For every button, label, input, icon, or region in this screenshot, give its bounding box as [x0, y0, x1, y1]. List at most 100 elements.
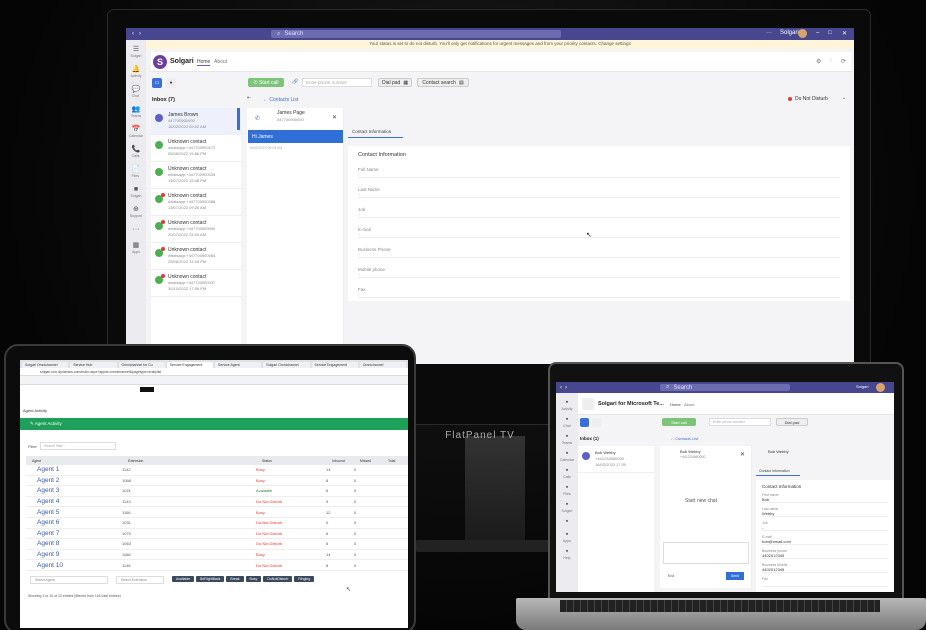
hide-icon[interactable]: ⇤ — [247, 95, 251, 101]
agent-name[interactable]: Agent 3 — [26, 487, 122, 494]
tab-home[interactable]: Home — [197, 59, 211, 66]
close-icon[interactable]: ✕ — [740, 451, 745, 458]
back-icon[interactable]: ‹ — [560, 385, 562, 391]
rail-item[interactable]: ▪ Help — [563, 548, 570, 560]
table-row[interactable]: Agent 5 1166 Busy 12 0 — [26, 507, 408, 518]
rail-item[interactable]: ☰ Solgari — [131, 46, 142, 58]
rail-item[interactable]: ▪ Activity — [561, 399, 572, 411]
status-filter-badge[interactable]: BeRightBack — [196, 576, 225, 582]
contacts-list-link[interactable]: ← Contacts List — [263, 97, 298, 103]
rail-item[interactable]: ▪ Calendar — [560, 450, 574, 462]
end-button[interactable]: End — [668, 574, 674, 578]
rail-item[interactable]: ▪ Chat — [563, 416, 570, 428]
field-value[interactable]: - — [358, 272, 840, 278]
inbox-icon[interactable]: ▭ — [152, 78, 162, 88]
select-agent-filter[interactable]: Select Agent — [30, 576, 108, 584]
status-filter-badge[interactable]: Busy — [245, 576, 262, 582]
list-item[interactable]: Unknown contact whatsapp:+447700900090 20/… — [151, 216, 241, 243]
rail-item[interactable]: 💬 Chat — [132, 86, 141, 98]
rail-item[interactable]: ▦ Apps — [132, 242, 140, 254]
rail-item[interactable]: 📄 Files — [132, 166, 141, 178]
agent-name[interactable]: Agent 10 — [26, 562, 122, 569]
status-filter-badge[interactable]: Break — [226, 576, 244, 582]
inbox-scrollbar[interactable] — [237, 108, 240, 130]
column-header[interactable]: Inbound — [326, 459, 354, 463]
avatar[interactable] — [798, 29, 807, 38]
table-row[interactable]: Agent 10 1146 Do Not Disturb 8 0 — [26, 560, 408, 571]
rail-item[interactable]: ▪ Files — [563, 484, 570, 496]
back-icon[interactable]: ‹ — [132, 31, 134, 37]
table-row[interactable]: Agent 6 1031 Do Not Disturb 0 0 — [26, 518, 408, 529]
agent-name[interactable]: Agent 7 — [26, 530, 122, 537]
field-value[interactable]: - — [358, 252, 840, 258]
field-value[interactable]: - — [358, 192, 840, 198]
column-header[interactable]: Agent — [26, 459, 122, 463]
filter-input[interactable]: Search filter... — [40, 442, 116, 450]
column-header[interactable]: Extension — [122, 459, 256, 463]
search-box[interactable]: ⌕ Search — [660, 384, 790, 391]
status-filter-badge[interactable]: Ringing — [294, 576, 315, 582]
tab-about[interactable]: About — [214, 59, 227, 65]
list-item[interactable]: Unknown contact whatsapp:+447700900088 13/… — [151, 189, 241, 216]
list-item[interactable]: Bob Webby +441234560000 16/02/2023 17:00 — [578, 446, 654, 473]
list-item[interactable]: Unknown contact whatsapp:+447700900035 15/… — [151, 162, 241, 189]
column-header[interactable]: Total — [382, 459, 408, 463]
table-row[interactable]: Agent 8 1063 Do Not Disturb 6 0 — [26, 539, 408, 550]
agent-name[interactable]: Agent 5 — [26, 509, 122, 516]
rail-item[interactable]: ··· — [133, 226, 140, 234]
agent-name[interactable]: Agent 6 — [26, 519, 122, 526]
rail-item[interactable]: ■ Solgari — [131, 186, 142, 198]
table-row[interactable]: Agent 7 1070 Do Not Disturb 6 0 — [26, 529, 408, 540]
phone-number-input[interactable]: Enter phone number — [302, 78, 372, 87]
record-icon[interactable]: ● — [166, 78, 176, 88]
minimize-icon[interactable]: – — [816, 30, 819, 36]
contacts-list-link[interactable]: ← Contacts List — [670, 436, 698, 441]
list-item[interactable]: Unknown contact whatsapp:+447700900064 29/… — [151, 243, 241, 270]
agent-name[interactable]: Agent 8 — [26, 540, 122, 547]
close-icon[interactable]: ✕ — [842, 30, 847, 37]
close-conversation-icon[interactable]: ✕ — [332, 114, 337, 121]
rail-item[interactable]: 📅 Calendar — [129, 126, 143, 138]
chevron-down-icon[interactable]: ⌄ — [842, 95, 846, 101]
start-call-button[interactable]: ✆ Start call — [248, 78, 284, 87]
agent-name[interactable]: Agent 1 — [26, 466, 122, 473]
field-value[interactable]: 4402012345 — [762, 553, 888, 559]
rail-item[interactable]: ▪ — [566, 518, 568, 526]
contact-search-button[interactable]: Contact search ▤ — [417, 78, 469, 87]
table-row[interactable]: Agent 4 1143 Do Not Disturb 9 0 — [26, 497, 408, 508]
rail-item[interactable]: 📞 Calls — [132, 146, 141, 158]
field-value[interactable]: - — [762, 525, 888, 531]
agent-name[interactable]: Agent 9 — [26, 551, 122, 558]
forward-icon[interactable]: › — [565, 385, 567, 391]
status-text[interactable]: Do Not Disturb — [795, 96, 828, 102]
list-item[interactable]: James Brown 447700900000 16/02/2023 09:02 … — [151, 108, 241, 135]
list-item[interactable]: Unknown contact whatsapp:+447700900172 05/… — [151, 135, 241, 162]
status-filter-badge[interactable]: Available — [172, 576, 195, 582]
list-item[interactable]: Unknown contact whatsapp:+447700900037 30/… — [151, 270, 241, 297]
field-value[interactable]: - — [358, 212, 840, 218]
dial-pad-button[interactable]: Dial pad — [776, 418, 808, 426]
tab-contact-information[interactable]: Contact Information — [348, 126, 403, 138]
rail-item[interactable]: ▪ Calls — [563, 467, 571, 479]
dial-pad-button[interactable]: Dial pad ▦ — [378, 78, 412, 87]
record-icon[interactable] — [592, 418, 601, 427]
phone-number-input[interactable]: Enter phone number — [709, 418, 771, 426]
agent-name[interactable]: Agent 2 — [26, 477, 122, 484]
start-call-button[interactable]: Start call — [662, 418, 696, 426]
tab-home[interactable]: Home — [670, 402, 681, 407]
tab-contact-information[interactable]: Contact Information — [756, 466, 800, 476]
select-extension-filter[interactable]: Select Extension — [116, 576, 164, 584]
field-value[interactable]: Webby — [762, 511, 888, 517]
column-header[interactable]: Missed — [354, 459, 382, 463]
field-value[interactable]: Bob — [762, 497, 888, 503]
maximize-icon[interactable]: □ — [828, 30, 832, 36]
avatar[interactable] — [876, 383, 885, 392]
inbox-icon[interactable] — [580, 418, 589, 427]
rail-item[interactable]: ▪ Teams — [562, 433, 572, 445]
search-box[interactable]: ⌕ Search — [271, 30, 561, 38]
tab-about[interactable]: About — [684, 402, 694, 407]
field-value[interactable]: - — [358, 292, 840, 298]
table-row[interactable]: Agent 9 1166 Busy 14 0 — [26, 550, 408, 561]
rail-item[interactable]: ⊕ Support — [130, 206, 142, 218]
forward-icon[interactable]: › — [139, 31, 141, 37]
